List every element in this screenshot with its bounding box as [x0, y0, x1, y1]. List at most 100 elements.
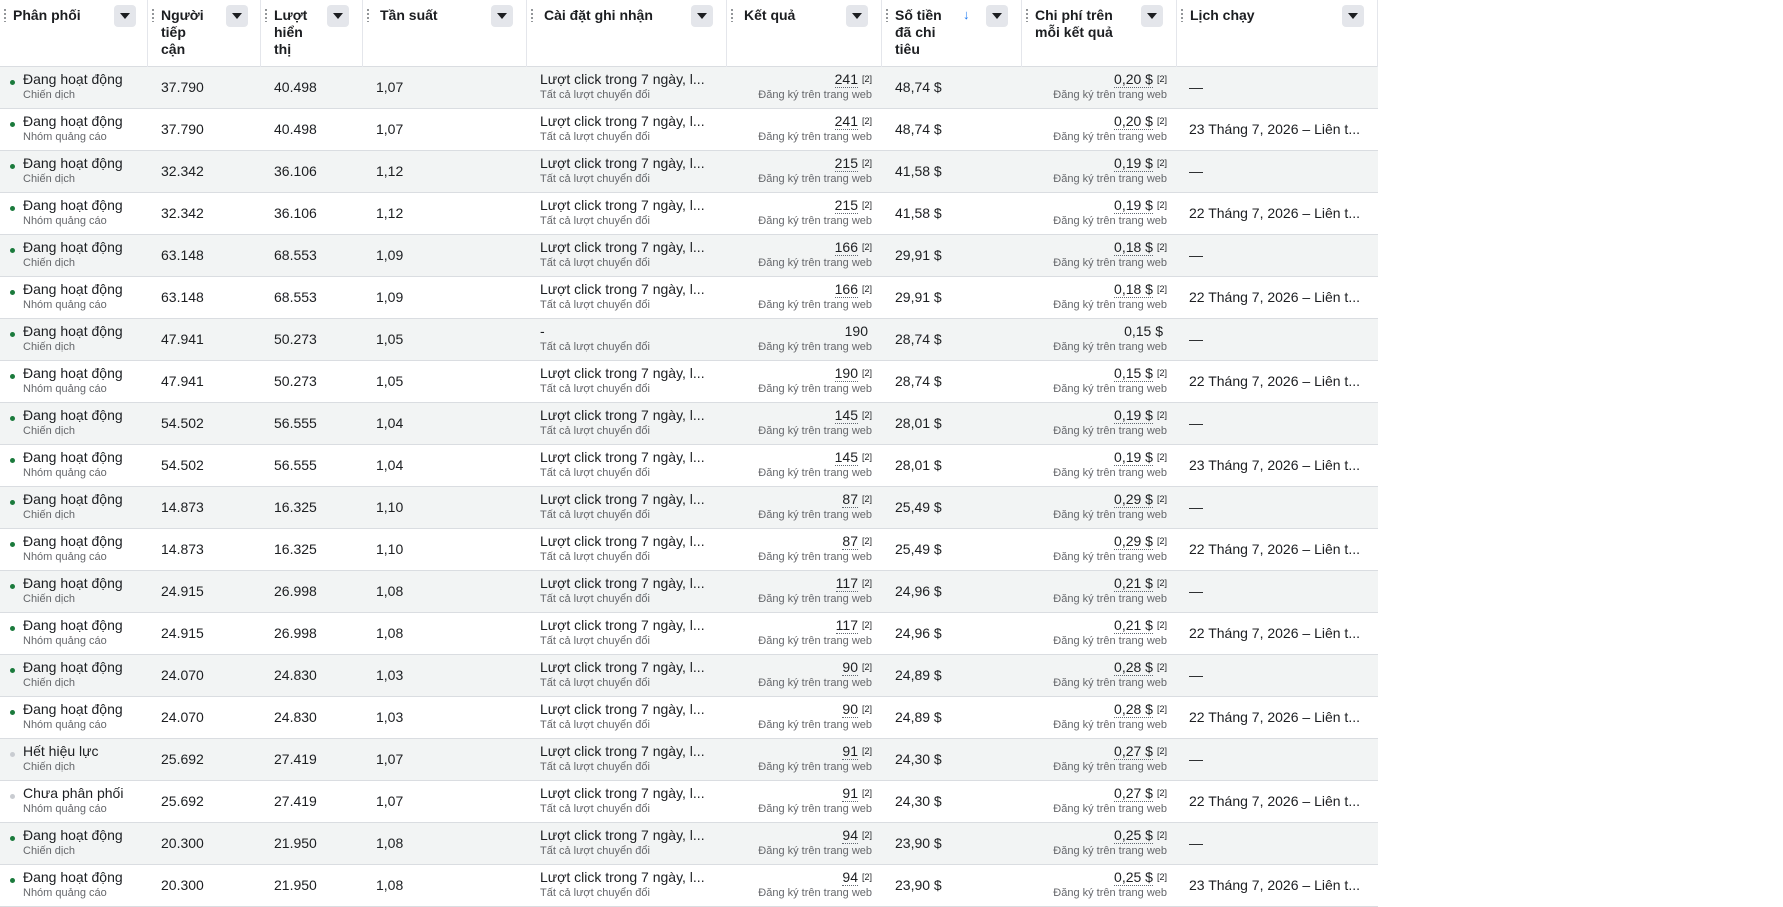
column-resize-grip[interactable]	[1026, 8, 1028, 22]
status-cell[interactable]: Đang hoạt động Chiến dịch	[0, 655, 148, 696]
table-row[interactable]: Đang hoạt động Chiến dịch 14.873 16.325 …	[0, 487, 1378, 529]
status-cell[interactable]: Đang hoạt động Nhóm quảng cáo	[0, 277, 148, 318]
cost-per-result-footnote[interactable]: [2]	[1157, 620, 1167, 630]
column-header-attribution[interactable]: Cài đặt ghi nhận	[527, 0, 727, 67]
cost-per-result-footnote[interactable]: [2]	[1157, 788, 1167, 798]
column-menu-button[interactable]	[691, 5, 713, 27]
results-value[interactable]: 166	[834, 239, 858, 256]
column-menu-button[interactable]	[846, 5, 868, 27]
status-cell[interactable]: Đang hoạt động Nhóm quảng cáo	[0, 193, 148, 234]
table-row[interactable]: Đang hoạt động Nhóm quảng cáo 32.342 36.…	[0, 193, 1378, 235]
column-resize-grip[interactable]	[4, 8, 6, 22]
cost-per-result-value[interactable]: 0,15 $	[1124, 323, 1163, 339]
results-footnote[interactable]: [2]	[862, 284, 872, 294]
results-value[interactable]: 215	[834, 155, 858, 172]
status-cell[interactable]: Đang hoạt động Chiến dịch	[0, 403, 148, 444]
status-cell[interactable]: Đang hoạt động Nhóm quảng cáo	[0, 445, 148, 486]
results-footnote[interactable]: [2]	[862, 494, 872, 504]
column-resize-grip[interactable]	[731, 8, 733, 22]
cost-per-result-footnote[interactable]: [2]	[1157, 158, 1167, 168]
table-row[interactable]: Đang hoạt động Nhóm quảng cáo 37.790 40.…	[0, 109, 1378, 151]
cost-per-result-footnote[interactable]: [2]	[1157, 284, 1167, 294]
table-row[interactable]: Đang hoạt động Chiến dịch 20.300 21.950 …	[0, 823, 1378, 865]
results-footnote[interactable]: [2]	[862, 410, 872, 420]
cost-per-result-footnote[interactable]: [2]	[1157, 746, 1167, 756]
results-value[interactable]: 190	[834, 365, 858, 382]
results-value[interactable]: 90	[842, 701, 858, 718]
table-row[interactable]: Đang hoạt động Chiến dịch 47.941 50.273 …	[0, 319, 1378, 361]
column-header-impressions[interactable]: Lượt hiển thị	[261, 0, 363, 67]
cost-per-result-value[interactable]: 0,25 $	[1114, 827, 1153, 844]
cost-per-result-value[interactable]: 0,19 $	[1114, 197, 1153, 214]
results-value[interactable]: 241	[834, 71, 858, 88]
cost-per-result-footnote[interactable]: [2]	[1157, 74, 1167, 84]
cost-per-result-footnote[interactable]: [2]	[1157, 494, 1167, 504]
cost-per-result-value[interactable]: 0,20 $	[1114, 113, 1153, 130]
cost-per-result-value[interactable]: 0,25 $	[1114, 869, 1153, 886]
column-menu-button[interactable]	[226, 5, 248, 27]
results-value[interactable]: 145	[834, 449, 858, 466]
status-cell[interactable]: Đang hoạt động Chiến dịch	[0, 487, 148, 528]
cost-per-result-value[interactable]: 0,20 $	[1114, 71, 1153, 88]
table-row[interactable]: Đang hoạt động Chiến dịch 63.148 68.553 …	[0, 235, 1378, 277]
results-footnote[interactable]: [2]	[862, 662, 872, 672]
column-header-schedule[interactable]: Lịch chạy	[1177, 0, 1378, 67]
table-row[interactable]: Hết hiệu lực Chiến dịch 25.692 27.419 1,…	[0, 739, 1378, 781]
cost-per-result-footnote[interactable]: [2]	[1157, 536, 1167, 546]
cost-per-result-footnote[interactable]: [2]	[1157, 578, 1167, 588]
sort-descending-icon[interactable]: ↓	[963, 8, 970, 22]
results-value[interactable]: 87	[842, 491, 858, 508]
results-footnote[interactable]: [2]	[862, 116, 872, 126]
column-menu-button[interactable]	[986, 5, 1008, 27]
cost-per-result-footnote[interactable]: [2]	[1157, 368, 1167, 378]
cost-per-result-value[interactable]: 0,21 $	[1114, 617, 1153, 634]
cost-per-result-footnote[interactable]: [2]	[1157, 872, 1167, 882]
results-footnote[interactable]: [2]	[862, 830, 872, 840]
results-footnote[interactable]: [2]	[862, 746, 872, 756]
status-cell[interactable]: Đang hoạt động Nhóm quảng cáo	[0, 697, 148, 738]
results-footnote[interactable]: [2]	[862, 74, 872, 84]
table-row[interactable]: Đang hoạt động Nhóm quảng cáo 47.941 50.…	[0, 361, 1378, 403]
results-value[interactable]: 94	[842, 869, 858, 886]
table-row[interactable]: Đang hoạt động Chiến dịch 32.342 36.106 …	[0, 151, 1378, 193]
status-cell[interactable]: Đang hoạt động Chiến dịch	[0, 151, 148, 192]
column-header-results[interactable]: Kết quả	[727, 0, 882, 67]
cost-per-result-value[interactable]: 0,19 $	[1114, 449, 1153, 466]
table-row[interactable]: Chưa phân phối Nhóm quảng cáo 25.692 27.…	[0, 781, 1378, 823]
results-footnote[interactable]: [2]	[862, 158, 872, 168]
table-row[interactable]: Đang hoạt động Nhóm quảng cáo 24.070 24.…	[0, 697, 1378, 739]
table-row[interactable]: Đang hoạt động Nhóm quảng cáo 54.502 56.…	[0, 445, 1378, 487]
cost-per-result-value[interactable]: 0,18 $	[1114, 281, 1153, 298]
status-cell[interactable]: Đang hoạt động Chiến dịch	[0, 67, 148, 108]
results-value[interactable]: 117	[835, 617, 858, 634]
results-footnote[interactable]: [2]	[862, 368, 872, 378]
results-value[interactable]: 190	[845, 323, 868, 339]
cost-per-result-value[interactable]: 0,28 $	[1114, 659, 1153, 676]
table-row[interactable]: Đang hoạt động Nhóm quảng cáo 20.300 21.…	[0, 865, 1378, 907]
column-menu-button[interactable]	[327, 5, 349, 27]
cost-per-result-footnote[interactable]: [2]	[1157, 200, 1167, 210]
column-menu-button[interactable]	[491, 5, 513, 27]
results-value[interactable]: 90	[842, 659, 858, 676]
status-cell[interactable]: Hết hiệu lực Chiến dịch	[0, 739, 148, 780]
column-menu-button[interactable]	[1342, 5, 1364, 27]
status-cell[interactable]: Đang hoạt động Nhóm quảng cáo	[0, 865, 148, 906]
cost-per-result-value[interactable]: 0,21 $	[1114, 575, 1153, 592]
column-menu-button[interactable]	[1141, 5, 1163, 27]
table-row[interactable]: Đang hoạt động Chiến dịch 37.790 40.498 …	[0, 67, 1378, 109]
results-value[interactable]: 94	[842, 827, 858, 844]
cost-per-result-value[interactable]: 0,15 $	[1114, 365, 1153, 382]
status-cell[interactable]: Đang hoạt động Chiến dịch	[0, 571, 148, 612]
cost-per-result-footnote[interactable]: [2]	[1157, 116, 1167, 126]
table-row[interactable]: Đang hoạt động Chiến dịch 54.502 56.555 …	[0, 403, 1378, 445]
results-footnote[interactable]: [2]	[862, 788, 872, 798]
results-value[interactable]: 145	[834, 407, 858, 424]
cost-per-result-footnote[interactable]: [2]	[1157, 452, 1167, 462]
status-cell[interactable]: Đang hoạt động Nhóm quảng cáo	[0, 109, 148, 150]
table-row[interactable]: Đang hoạt động Chiến dịch 24.915 26.998 …	[0, 571, 1378, 613]
results-value[interactable]: 87	[842, 533, 858, 550]
cost-per-result-value[interactable]: 0,28 $	[1114, 701, 1153, 718]
results-footnote[interactable]: [2]	[862, 452, 872, 462]
status-cell[interactable]: Đang hoạt động Chiến dịch	[0, 823, 148, 864]
cost-per-result-value[interactable]: 0,19 $	[1114, 407, 1153, 424]
